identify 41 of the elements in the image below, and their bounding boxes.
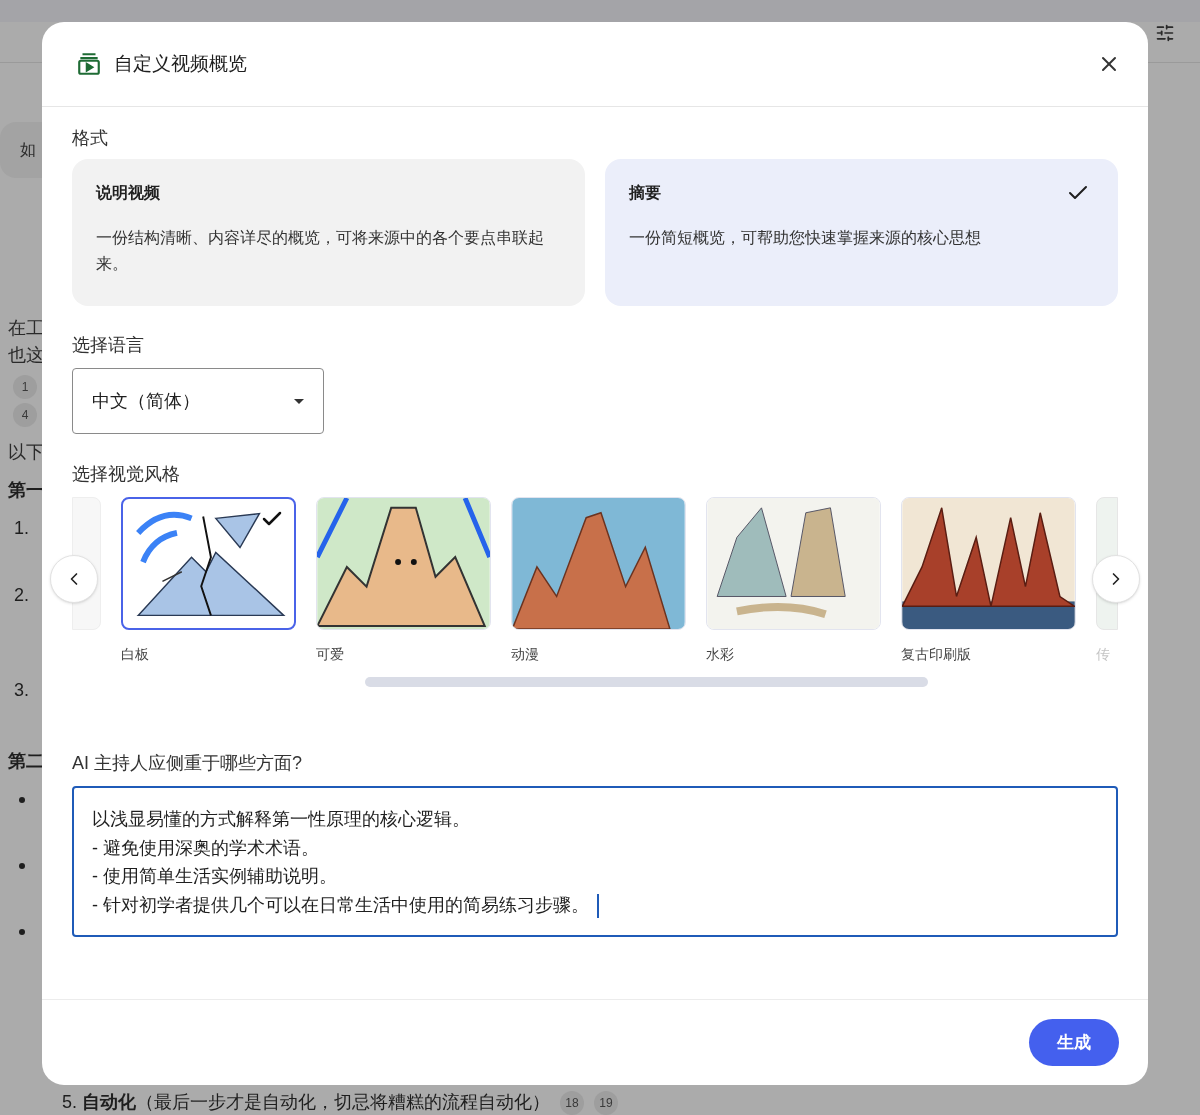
section-label: 选择语言 xyxy=(72,334,145,356)
citation-badge: 1 xyxy=(13,375,37,399)
list-number: 3. xyxy=(14,681,29,699)
list-number: 2. xyxy=(14,586,29,604)
section-label: 格式 xyxy=(72,127,109,149)
format-description: 一份结构清晰、内容详尽的概览，可将来源中的各个要点串联起来。 xyxy=(96,228,545,274)
bullet-icon xyxy=(19,863,25,869)
citation-badge: 4 xyxy=(13,403,37,427)
style-option[interactable] xyxy=(121,497,296,630)
format-title: 摘要 xyxy=(629,183,661,203)
format-option[interactable]: 摘要 一份简短概览，可帮助您快速掌握来源的核心思想 xyxy=(605,159,1118,306)
body-text: 也这 xyxy=(8,346,44,364)
section-label: AI 主持人应侧重于哪些方面? xyxy=(72,752,304,774)
focus-input-field[interactable]: 以浅显易懂的方式解释第一性原理的核心逻辑。 - 避免使用深奥的学术术语。 - 使用简单生活实例辅助说明。 - 针对初学者提供几个可以在日常生活中使用的简易练习步骤。 xyxy=(72,786,1118,937)
citation-badge: 19 xyxy=(594,1090,619,1115)
style-label: 传 xyxy=(1096,645,1111,664)
list-item-text: 5. 自动化（最后一步才是自动化，切忌将糟糕的流程自动化） xyxy=(62,1091,551,1114)
text-cursor xyxy=(597,893,599,918)
bullet-icon xyxy=(19,929,25,935)
bullet-icon xyxy=(19,797,25,803)
scrollbar[interactable] xyxy=(365,677,928,687)
style-label: 白板 xyxy=(121,645,150,664)
style-label: 复古印刷版 xyxy=(901,645,972,664)
dialog-title: 自定义视频概览 xyxy=(114,51,248,76)
dropdown-icon xyxy=(294,398,304,404)
format-option[interactable]: 说明视频 一份结构清晰、内容详尽的概览，可将来源中的各个要点串联起来。 xyxy=(72,159,585,306)
section-heading: 第二 xyxy=(8,752,44,770)
style-label: 动漫 xyxy=(511,645,540,664)
style-label: 可爱 xyxy=(316,645,345,664)
format-description: 一份简短概览，可帮助您快速掌握来源的核心思想 xyxy=(629,228,982,248)
generate-button[interactable]: 生成 xyxy=(1029,1019,1119,1066)
list-number: 1. xyxy=(14,519,29,537)
settings-icon[interactable] xyxy=(1155,23,1175,43)
citation-badge: 18 xyxy=(560,1090,585,1115)
language-select[interactable]: 中文（简体） xyxy=(72,368,324,434)
body-text: 以下 xyxy=(8,443,44,461)
style-label: 水彩 xyxy=(706,645,735,664)
section-label: 选择视觉风格 xyxy=(72,463,181,485)
format-title: 说明视频 xyxy=(96,183,160,203)
body-text: 在工 xyxy=(8,319,44,337)
video-icon xyxy=(76,51,102,77)
